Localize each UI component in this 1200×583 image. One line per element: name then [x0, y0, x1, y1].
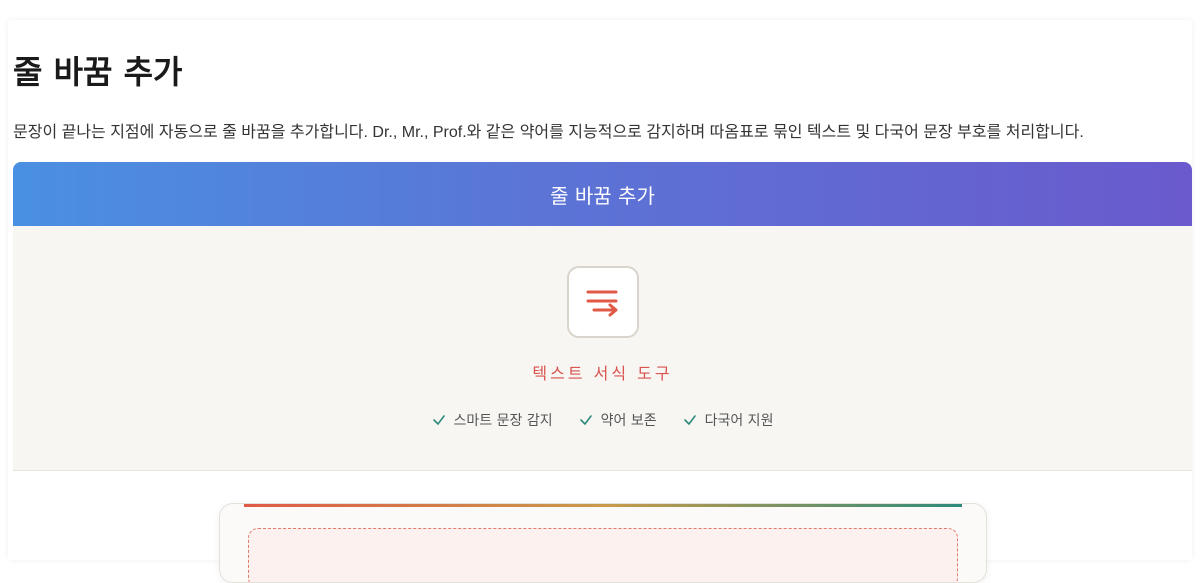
- line-wrap-icon: [567, 266, 639, 338]
- page-title: 줄 바꿈 추가: [13, 53, 183, 91]
- tool-hero: 텍스트 서식 도구 스마트 문장 감지 약어 보존 다국어 지원: [13, 226, 1192, 471]
- input-panel: [219, 503, 987, 583]
- check-icon: [683, 415, 696, 425]
- feature-list: 스마트 문장 감지 약어 보존 다국어 지원: [13, 410, 1192, 430]
- feature-item: 스마트 문장 감지: [432, 410, 553, 430]
- text-drop-zone[interactable]: [248, 528, 958, 582]
- check-icon: [432, 415, 445, 425]
- card-header: 줄 바꿈 추가: [13, 162, 1192, 226]
- panel-accent-bar: [244, 504, 962, 507]
- feature-item: 다국어 지원: [683, 410, 774, 430]
- feature-label: 약어 보존: [600, 413, 657, 429]
- page-container: 줄 바꿈 추가 문장이 끝나는 지점에 자동으로 줄 바꿈을 추가합니다. Dr…: [8, 20, 1192, 583]
- check-icon: [579, 415, 592, 425]
- line-wrap-icon-svg: [586, 290, 618, 317]
- feature-label: 다국어 지원: [704, 413, 774, 429]
- feature-label: 스마트 문장 감지: [453, 413, 553, 429]
- card-header-title: 줄 바꿈 추가: [550, 183, 655, 208]
- feature-item: 약어 보존: [579, 410, 657, 430]
- tool-category-label: 텍스트 서식 도구: [532, 364, 673, 383]
- page-description: 문장이 끝나는 지점에 자동으로 줄 바꿈을 추가합니다. Dr., Mr., …: [13, 124, 1084, 141]
- tool-card: 줄 바꿈 추가 텍스트 서식 도구 스마트 문장 감지 약어 보존 다국어 지원: [13, 162, 1192, 562]
